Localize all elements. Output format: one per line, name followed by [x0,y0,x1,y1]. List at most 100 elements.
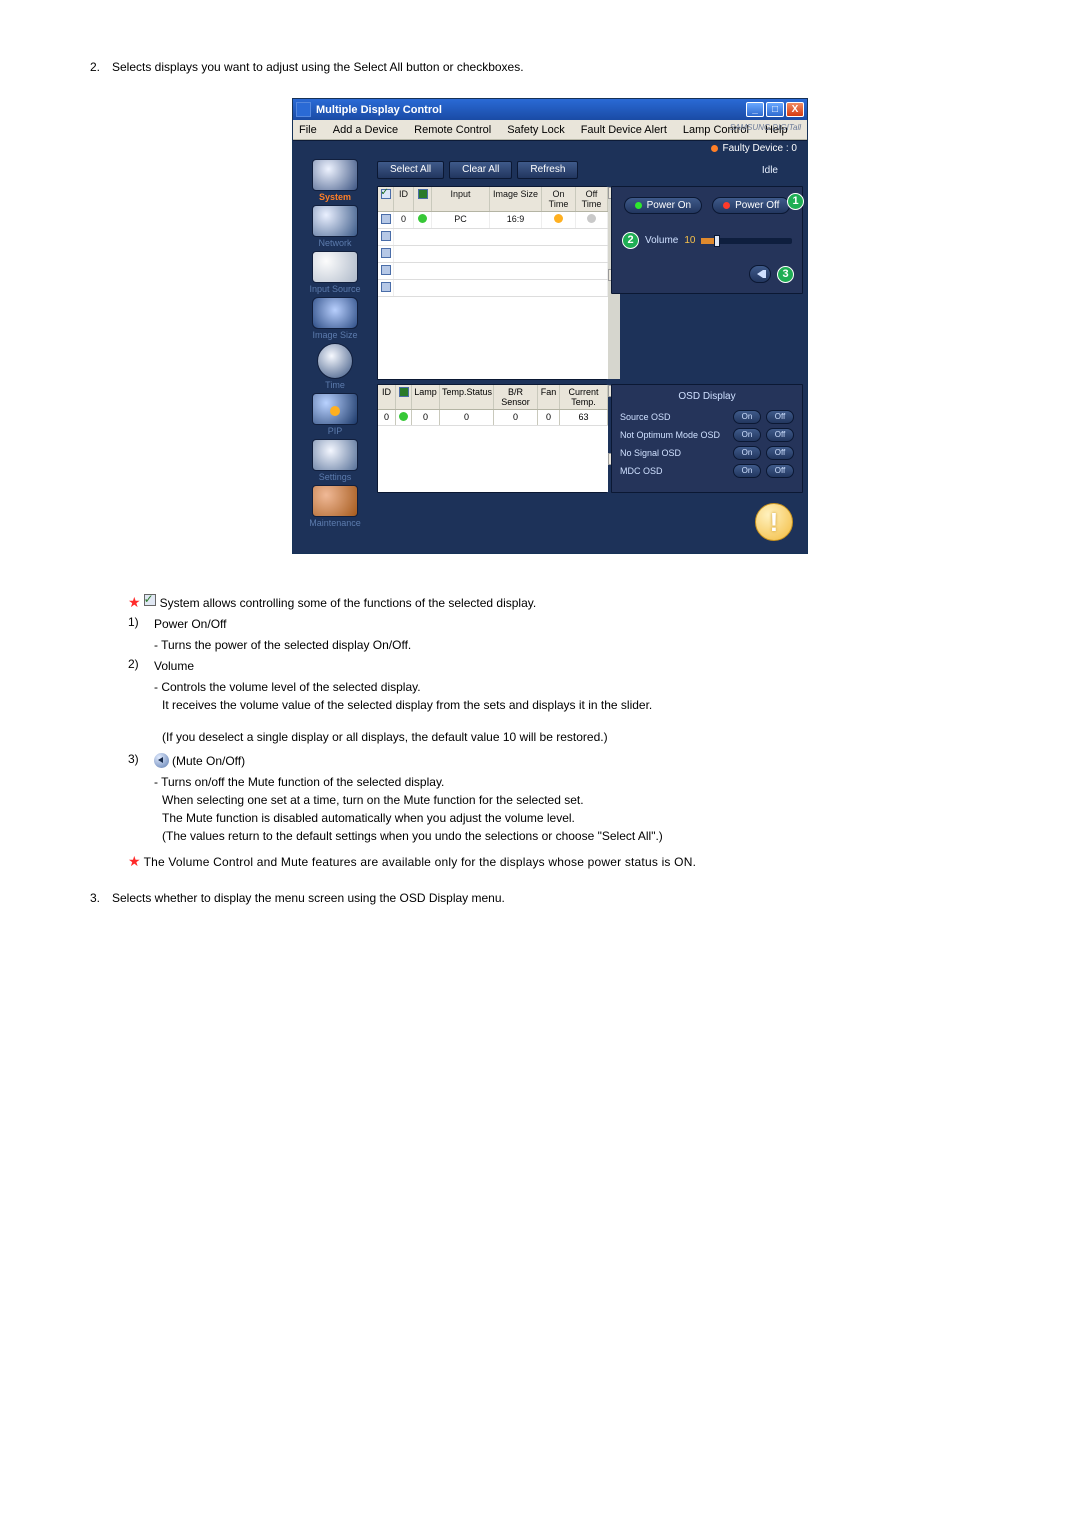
item-3-sub3: The Mute function is disabled automatica… [162,809,1010,827]
power-on-button[interactable]: Power On [624,197,702,214]
row-checkbox[interactable] [381,214,391,224]
device-table-header: ID Input Image Size On Time Off Time [378,187,608,212]
osd-nosig-off[interactable]: Off [766,446,794,460]
system-intro-text: System allows controlling some of the fu… [160,594,1010,612]
status-dot-icon [399,412,408,421]
item-3-sub1: - Turns on/off the Mute function of the … [154,773,1010,791]
faulty-device-band: Faulty Device : 0 [293,140,807,156]
mdc-screenshot: Multiple Display Control _ □ X File Add … [292,98,808,554]
volume-label: Volume [645,235,678,246]
osd-mdc-off[interactable]: Off [766,464,794,478]
row-input: PC [432,212,490,228]
step-2-row: 2. Selects displays you want to adjust u… [90,60,1010,74]
device-row-empty [378,280,608,297]
osd-row-mdc: MDC OSD On Off [620,464,794,478]
sidebar-item-image-size[interactable]: Image Size [296,297,374,340]
item-3-sub4: (The values return to the default settin… [162,827,1010,845]
osd-source-on[interactable]: On [733,410,761,424]
faulty-dot-icon [711,145,718,152]
status-idle: Idle [762,165,798,176]
system-intro-row: ★ System allows controlling some of the … [128,594,1010,612]
status-dot-icon [418,214,427,223]
power-off-button[interactable]: Power Off [712,197,790,214]
mute-button[interactable] [749,265,771,283]
brand-logo: SAMSUNG DIGITall [730,123,801,132]
menu-add-device[interactable]: Add a Device [333,124,398,136]
item-1-sub: - Turns the power of the selected displa… [154,636,1010,654]
osd-mdc-on[interactable]: On [733,464,761,478]
alarm-icon: ! [755,503,793,541]
volume-slider[interactable] [701,238,792,244]
menu-fault-device-alert[interactable]: Fault Device Alert [581,124,667,136]
item-2-sub2: It receives the volume value of the sele… [162,696,1010,714]
callout-2: 2 [622,232,639,249]
alarm-area: ! [377,497,803,549]
menubar: File Add a Device Remote Control Safety … [293,120,807,140]
volume-value: 10 [684,235,695,246]
menu-remote-control[interactable]: Remote Control [414,124,491,136]
osd-notopt-on[interactable]: On [733,428,761,442]
device-row-empty [378,246,608,263]
checkbox-icon [144,594,156,606]
sidebar: System Network Input Source Image Size T… [293,156,377,553]
osd-row-nosig: No Signal OSD On Off [620,446,794,460]
on-time-dot-icon [554,214,563,223]
osd-notopt-off[interactable]: Off [766,428,794,442]
sidebar-item-network[interactable]: Network [296,205,374,248]
osd-source-off[interactable]: Off [766,410,794,424]
item-3: 3) (Mute On/Off) [128,752,1010,770]
sidebar-item-settings[interactable]: Settings [296,439,374,482]
device-row-empty [378,263,608,280]
window-titlebar[interactable]: Multiple Display Control _ □ X [293,99,807,120]
status-row-0[interactable]: 0 0 0 0 0 63 [378,410,608,426]
device-row-0[interactable]: 0 PC 16:9 [378,212,608,229]
header-checkbox[interactable] [381,189,391,199]
led-green-icon [635,202,642,209]
maximize-button[interactable]: □ [766,102,784,117]
osd-nosig-on[interactable]: On [733,446,761,460]
osd-title: OSD Display [620,391,794,402]
off-time-dot-icon [587,214,596,223]
step-3-number: 3. [90,891,112,905]
speaker-icon [757,270,763,278]
col-input: Input [432,187,490,211]
row-id: 0 [394,212,414,228]
status-table: ID Lamp Temp.Status B/R Sensor Fan Curre… [377,384,607,493]
sidebar-item-input-source[interactable]: Input Source [296,251,374,294]
close-button[interactable]: X [786,102,804,117]
menu-file[interactable]: File [299,124,317,136]
osd-display-panel: OSD Display Source OSD On Off Not Optimu… [611,384,803,493]
step-2-number: 2. [90,60,112,74]
item-1: 1) Power On/Off [128,615,1010,633]
step-2-text: Selects displays you want to adjust usin… [112,60,1010,74]
item-3-sub2: When selecting one set at a time, turn o… [162,791,1010,809]
callout-1: 1 [787,193,804,210]
sidebar-item-time[interactable]: Time [296,343,374,390]
col-id: ID [394,187,414,211]
clear-all-button[interactable]: Clear All [449,161,512,179]
callout-3: 3 [777,266,794,283]
power-note: ★ The Volume Control and Mute features a… [128,853,1010,871]
item-2-sub3: (If you deselect a single display or all… [162,728,1010,746]
osd-row-source: Source OSD On Off [620,410,794,424]
osd-row-notopt: Not Optimum Mode OSD On Off [620,428,794,442]
col-image-size: Image Size [490,187,542,211]
refresh-button[interactable]: Refresh [517,161,578,179]
col-status-icon [399,387,409,397]
minimize-button[interactable]: _ [746,102,764,117]
mute-icon [154,753,169,768]
select-all-button[interactable]: Select All [377,161,444,179]
col-off-time: Off Time [576,187,608,211]
star-icon: ★ [128,853,141,871]
sidebar-item-system[interactable]: System [296,159,374,202]
device-row-empty [378,229,608,246]
device-table: ID Input Image Size On Time Off Time 0 P… [377,186,607,380]
sidebar-item-maintenance[interactable]: Maintenance [296,485,374,528]
window-title: Multiple Display Control [316,104,442,116]
app-icon [296,102,311,117]
sidebar-item-pip[interactable]: PIP [296,393,374,436]
led-red-icon [723,202,730,209]
row-image-size: 16:9 [490,212,542,228]
star-icon: ★ [128,594,141,611]
menu-safety-lock[interactable]: Safety Lock [507,124,564,136]
